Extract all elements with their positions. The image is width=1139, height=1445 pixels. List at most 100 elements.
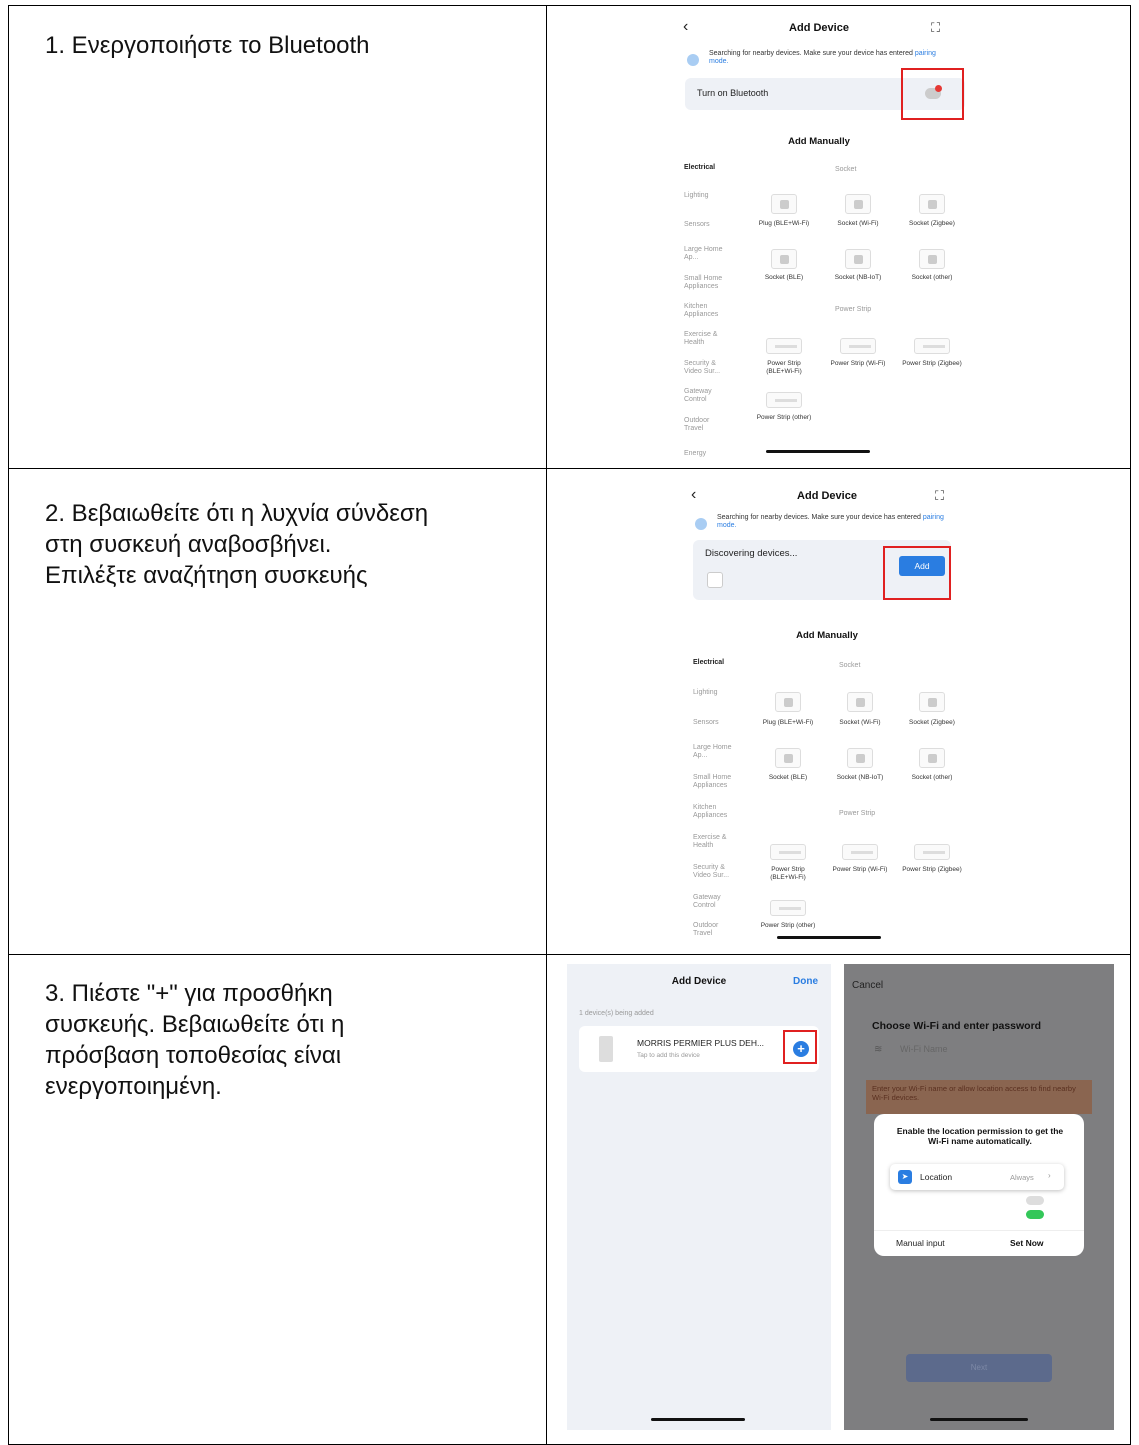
- item-label: Power Strip (BLE+Wi-Fi): [766, 360, 802, 375]
- back-icon[interactable]: ‹: [683, 18, 688, 36]
- item-label: Socket (Zigbee): [909, 220, 955, 227]
- screenshot-3b: Cancel Choose Wi-Fi and enter password ≋…: [844, 964, 1114, 1430]
- screenshot-3a: Add Device Done 1 device(s) being added …: [567, 964, 831, 1430]
- category-sensors[interactable]: Sensors: [693, 719, 719, 727]
- item-label: Socket (BLE): [764, 274, 804, 281]
- category-gateway[interactable]: Gateway Control: [684, 388, 724, 404]
- device-icon: [707, 572, 723, 588]
- power-strip-icon[interactable]: [770, 900, 806, 916]
- category-kitchen[interactable]: Kitchen Appliances: [693, 804, 743, 820]
- item-label: Power Strip (Zigbee): [902, 360, 962, 367]
- location-arrow-icon: ➤: [898, 1170, 912, 1184]
- category-security[interactable]: Security & Video Sur...: [693, 864, 743, 880]
- item-label: Socket (Zigbee): [909, 719, 955, 726]
- device-name: MORRIS PERMIER PLUS DEH...: [637, 1038, 765, 1048]
- socket-icon[interactable]: [771, 194, 797, 214]
- power-strip-icon[interactable]: [766, 392, 802, 408]
- toggle-off-icon: [1026, 1196, 1044, 1205]
- done-button[interactable]: Done: [793, 976, 818, 987]
- item-label: Socket (BLE): [768, 774, 808, 781]
- step-2-line-3: Επιλέξτε αναζήτηση συσκευής: [45, 562, 368, 589]
- category-outdoor[interactable]: Outdoor Travel: [684, 417, 724, 433]
- category-electrical[interactable]: Electrical: [684, 164, 715, 172]
- socket-icon[interactable]: [845, 249, 871, 269]
- category-security[interactable]: Security & Video Sur...: [684, 360, 734, 376]
- category-large-home[interactable]: Large Home Ap...: [684, 246, 724, 262]
- category-outdoor[interactable]: Outdoor Travel: [693, 922, 733, 938]
- category-lighting[interactable]: Lighting: [684, 192, 709, 200]
- location-dialog: Enable the location permission to get th…: [874, 1114, 1084, 1256]
- add-manually-heading: Add Manually: [796, 630, 858, 641]
- power-strip-icon[interactable]: [770, 844, 806, 860]
- scan-icon[interactable]: ⛶: [935, 488, 944, 504]
- category-small-home[interactable]: Small Home Appliances: [684, 275, 739, 291]
- socket-icon[interactable]: [919, 748, 945, 768]
- instruction-table: 1. Ενεργοποιήστε το Bluetooth 2. Βεβαιωθ…: [8, 5, 1131, 1445]
- wifi-name-input[interactable]: Wi-Fi Name: [900, 1044, 948, 1054]
- socket-icon[interactable]: [775, 692, 801, 712]
- location-value: Always: [1010, 1173, 1034, 1182]
- power-strip-icon[interactable]: [914, 338, 950, 354]
- scan-icon[interactable]: ⛶: [931, 20, 940, 36]
- step-3-line-3: πρόσβαση τοποθεσίας είναι: [45, 1042, 342, 1069]
- home-indicator: [651, 1418, 745, 1421]
- step-3-line-2: συσκευής. Βεβαιωθείτε ότι η: [45, 1011, 345, 1038]
- power-strip-icon[interactable]: [840, 338, 876, 354]
- category-sensors[interactable]: Sensors: [684, 221, 710, 229]
- home-indicator: [930, 1418, 1028, 1421]
- item-label: Power Strip (other): [760, 922, 816, 929]
- step-1-text: 1. Ενεργοποιήστε το Bluetooth: [45, 32, 370, 59]
- searching-text: Searching for nearby devices. Make sure …: [717, 514, 944, 529]
- category-kitchen[interactable]: Kitchen Appliances: [684, 303, 734, 319]
- item-label: Socket (NB-IoT): [836, 774, 884, 781]
- socket-icon[interactable]: [771, 249, 797, 269]
- dialog-divider: [874, 1230, 1084, 1231]
- step-3-line-1: 3. Πιέστε "+" για προσθήκη: [45, 980, 333, 1007]
- chevron-right-icon: ›: [1048, 1171, 1051, 1180]
- next-button[interactable]: Next: [906, 1354, 1052, 1382]
- location-warning: Enter your Wi-Fi name or allow location …: [866, 1080, 1092, 1114]
- step-3-line-4: ενεργοποιημένη.: [45, 1073, 222, 1100]
- page-title: Add Device: [671, 976, 727, 987]
- highlight-box: [783, 1030, 817, 1064]
- category-energy[interactable]: Energy: [684, 450, 706, 458]
- socket-icon[interactable]: [919, 249, 945, 269]
- screenshot-2: ‹ Add Device ⛶ Searching for nearby devi…: [677, 484, 977, 939]
- power-strip-icon[interactable]: [842, 844, 878, 860]
- socket-icon[interactable]: [775, 748, 801, 768]
- location-setting-row: ➤ Location Always ›: [890, 1164, 1064, 1190]
- power-strip-icon[interactable]: [766, 338, 802, 354]
- category-electrical[interactable]: Electrical: [693, 659, 724, 667]
- category-exercise[interactable]: Exercise & Health: [693, 834, 733, 850]
- cancel-button[interactable]: Cancel: [852, 980, 883, 991]
- power-strip-icon[interactable]: [914, 844, 950, 860]
- socket-icon[interactable]: [919, 194, 945, 214]
- add-manually-heading: Add Manually: [788, 136, 850, 147]
- item-label: Socket (Wi-Fi): [837, 220, 879, 227]
- category-lighting[interactable]: Lighting: [693, 689, 718, 697]
- socket-icon[interactable]: [919, 692, 945, 712]
- section-power-strip: Power Strip: [835, 306, 872, 313]
- socket-icon[interactable]: [845, 194, 871, 214]
- home-indicator: [777, 936, 881, 939]
- row-divider-2: [9, 954, 1130, 955]
- item-label: Socket (other): [911, 774, 953, 781]
- section-socket: Socket: [835, 166, 857, 173]
- wifi-heading: Choose Wi-Fi and enter password: [872, 1020, 1042, 1032]
- screenshot-1: ‹ Add Device ⛶ Searching for nearby devi…: [669, 16, 969, 461]
- item-label: Power Strip (other): [756, 414, 812, 421]
- socket-icon[interactable]: [847, 748, 873, 768]
- set-now-button[interactable]: Set Now: [1010, 1238, 1044, 1248]
- searching-text: Searching for nearby devices. Make sure …: [709, 50, 936, 65]
- item-label: Socket (other): [911, 274, 953, 281]
- category-gateway[interactable]: Gateway Control: [693, 894, 733, 910]
- item-label: Plug (BLE+Wi-Fi): [762, 719, 814, 726]
- manual-input-button[interactable]: Manual input: [896, 1238, 945, 1248]
- device-subtext: Tap to add this device: [637, 1052, 700, 1059]
- category-small-home[interactable]: Small Home Appliances: [693, 774, 748, 790]
- dehumidifier-icon: [599, 1036, 613, 1062]
- category-exercise[interactable]: Exercise & Health: [684, 331, 724, 347]
- category-large-home[interactable]: Large Home Ap...: [693, 744, 733, 760]
- socket-icon[interactable]: [847, 692, 873, 712]
- back-icon[interactable]: ‹: [691, 486, 696, 504]
